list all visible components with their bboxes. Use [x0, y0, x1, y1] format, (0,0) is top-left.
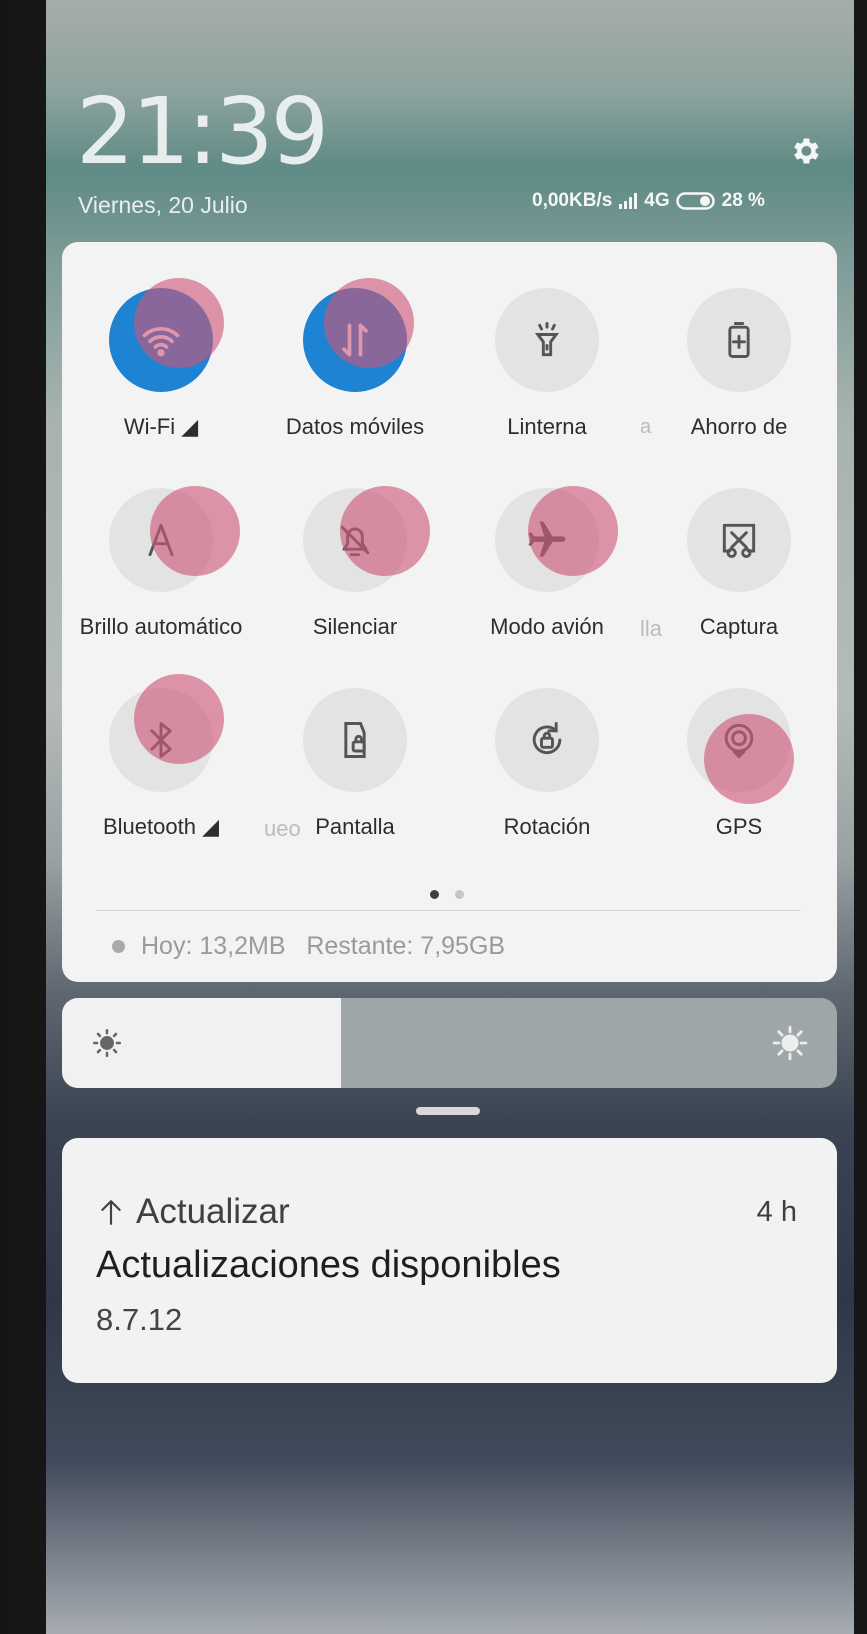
- status-indicators: 0,00KB/s 4G 28 %: [532, 190, 765, 212]
- tile-screenshot-button[interactable]: [687, 488, 791, 592]
- tap-marker: [150, 486, 240, 576]
- tile-flashlight-label: Linterna: [507, 414, 587, 439]
- battery-icon: [675, 192, 715, 210]
- tap-marker: [134, 278, 224, 368]
- tile-mobile-data-label: Datos móviles: [285, 414, 425, 439]
- tile-battery-saver-label: Ahorro de: [690, 414, 788, 439]
- tile-mute-label: Silenciar: [312, 614, 398, 639]
- tile-gps-label: GPS: [715, 814, 763, 839]
- battery-percent: 28 %: [721, 190, 765, 211]
- page-indicator: [430, 890, 464, 899]
- settings-gear-icon[interactable]: [788, 134, 822, 168]
- arrow-up-icon: [101, 1200, 121, 1225]
- page-dot: [455, 890, 464, 899]
- data-usage-dot: [112, 940, 125, 953]
- tap-marker: [340, 486, 430, 576]
- ghost-label: a: [640, 416, 652, 438]
- clock[interactable]: 21:39: [76, 86, 329, 178]
- rotation-lock-icon: [532, 722, 562, 755]
- page-dot-active: [430, 890, 439, 899]
- notification-time: 4 h: [756, 1196, 797, 1228]
- tap-marker: [134, 674, 224, 764]
- tile-flashlight-button[interactable]: [495, 288, 599, 392]
- tile-wifi-label: Wi-Fi ◢: [123, 414, 199, 439]
- tile-screenshot[interactable]: Captura: [644, 488, 834, 640]
- left-frame: [14, 0, 46, 1634]
- battery-saver-icon: [728, 322, 750, 358]
- brightness-high-icon: [772, 1025, 808, 1061]
- tile-auto-brightness-label: Brillo automático: [79, 614, 243, 639]
- ghost-label: ueo: [264, 816, 301, 841]
- tile-airplane-label: Modo avión: [490, 614, 604, 639]
- notification-app: Actualizar: [136, 1192, 290, 1231]
- tile-bluetooth-label: Bluetooth ◢: [103, 814, 219, 839]
- tile-screen-lock-button[interactable]: [303, 688, 407, 792]
- right-frame: [854, 0, 867, 1634]
- network-speed: 0,00KB/s: [532, 190, 613, 211]
- screen-lock-icon: [344, 722, 366, 758]
- data-usage-text: Hoy: 13,2MB Restante: 7,95GB: [141, 932, 506, 960]
- notification-text: 8.7.12: [96, 1302, 183, 1337]
- tap-marker: [528, 486, 618, 576]
- network-type: 4G: [644, 190, 670, 211]
- tile-screenshot-label: Captura: [699, 614, 779, 639]
- tap-marker: [324, 278, 414, 368]
- notification-card[interactable]: Actualizar 4 h Actualizaciones disponibl…: [62, 1138, 837, 1383]
- brightness-slider[interactable]: [62, 998, 837, 1088]
- tile-battery-saver-button[interactable]: [687, 288, 791, 392]
- tap-marker: [704, 714, 794, 804]
- ghost-label: lla: [640, 616, 663, 641]
- tile-battery-saver[interactable]: Ahorro de: [644, 288, 834, 440]
- drag-handle[interactable]: [416, 1107, 480, 1115]
- divider: [96, 910, 801, 911]
- notification-title: Actualizaciones disponibles: [96, 1244, 561, 1286]
- tile-flashlight[interactable]: Linterna: [452, 288, 642, 440]
- tile-rotation-button[interactable]: [495, 688, 599, 792]
- data-usage[interactable]: Hoy: 13,2MB Restante: 7,95GB: [112, 932, 505, 961]
- flashlight-icon: [534, 322, 560, 357]
- brightness-low-icon: [92, 1028, 122, 1058]
- date[interactable]: Viernes, 20 Julio: [78, 192, 248, 219]
- notification-header: Actualizar: [98, 1192, 290, 1232]
- signal-icon: [619, 193, 638, 209]
- tile-rotation[interactable]: Rotación: [452, 688, 642, 840]
- screenshot-icon: [722, 523, 756, 558]
- tile-rotation-label: Rotación: [503, 814, 591, 839]
